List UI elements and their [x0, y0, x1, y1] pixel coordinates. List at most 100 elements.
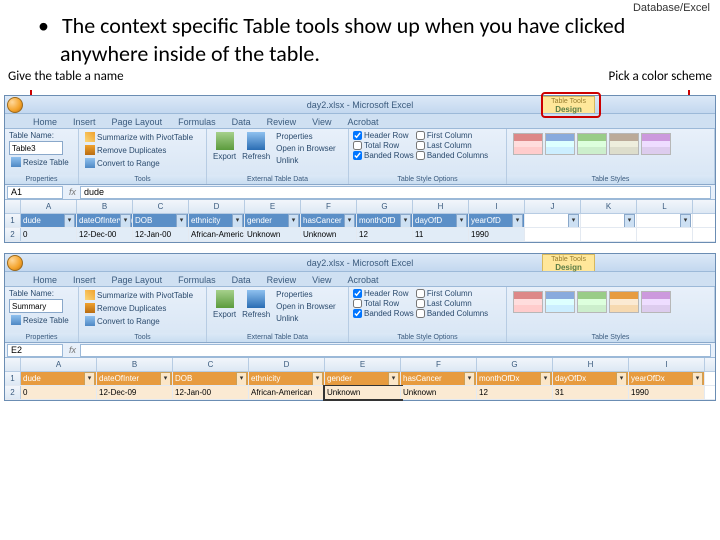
- opt-first-column[interactable]: First Column: [416, 289, 488, 298]
- table-header-cell[interactable]: ethnicity: [249, 372, 325, 385]
- empty-cell[interactable]: [525, 214, 581, 227]
- ext-unlink-button[interactable]: Unlink: [274, 155, 338, 166]
- tab-review[interactable]: Review: [261, 116, 303, 128]
- office-button[interactable]: [7, 97, 23, 113]
- data-cell[interactable]: 1990: [469, 228, 525, 241]
- data-cell[interactable]: Unknown: [301, 228, 357, 241]
- table-style-swatch[interactable]: [545, 133, 575, 155]
- col-header[interactable]: L: [637, 200, 693, 213]
- col-header[interactable]: A: [21, 358, 97, 371]
- data-cell[interactable]: 0: [21, 386, 97, 399]
- worksheet-grid[interactable]: A B C D E F G H I J K L 1 dude dateOfInt…: [5, 200, 715, 242]
- table-header-cell[interactable]: hasCancer: [401, 372, 477, 385]
- opt-total-row[interactable]: Total Row: [353, 299, 414, 308]
- data-cell-selected[interactable]: Unknown: [325, 386, 401, 399]
- resize-table-button[interactable]: Resize Table: [9, 156, 71, 168]
- ext-open-browser-button[interactable]: Open in Browser: [274, 143, 338, 154]
- table-style-swatch[interactable]: [545, 291, 575, 313]
- data-cell[interactable]: Unknown: [245, 228, 301, 241]
- empty-cell[interactable]: [581, 228, 637, 241]
- summarize-pivot-button[interactable]: Summarize with PivotTable: [83, 131, 195, 143]
- row-header[interactable]: 1: [5, 372, 21, 385]
- col-header[interactable]: C: [133, 200, 189, 213]
- table-header-cell[interactable]: dayOfDx: [553, 372, 629, 385]
- row-header[interactable]: 2: [5, 228, 21, 241]
- tab-view[interactable]: View: [306, 274, 337, 286]
- data-cell[interactable]: Unknown: [401, 386, 477, 399]
- col-header[interactable]: G: [477, 358, 553, 371]
- opt-total-row[interactable]: Total Row: [353, 141, 414, 150]
- office-button[interactable]: [7, 255, 23, 271]
- col-header[interactable]: E: [245, 200, 301, 213]
- table-style-swatch[interactable]: [609, 133, 639, 155]
- table-header-cell[interactable]: monthOfD: [357, 214, 413, 227]
- col-header[interactable]: F: [401, 358, 477, 371]
- data-cell[interactable]: 1990: [629, 386, 705, 399]
- tab-formulas[interactable]: Formulas: [172, 274, 222, 286]
- col-header[interactable]: G: [357, 200, 413, 213]
- table-header-cell[interactable]: dude: [21, 372, 97, 385]
- data-cell[interactable]: 12: [477, 386, 553, 399]
- tab-home[interactable]: Home: [27, 116, 63, 128]
- context-tab-table-tools[interactable]: Table Tools Design: [542, 96, 595, 113]
- data-cell[interactable]: 12-Jan-00: [133, 228, 189, 241]
- remove-duplicates-button[interactable]: Remove Duplicates: [83, 144, 168, 156]
- table-style-swatch[interactable]: [609, 291, 639, 313]
- refresh-button[interactable]: Refresh: [240, 131, 272, 162]
- opt-header-row[interactable]: Header Row: [353, 131, 414, 140]
- context-tab-table-tools[interactable]: Table Tools Design: [542, 254, 595, 271]
- fx-icon[interactable]: fx: [65, 345, 80, 355]
- opt-banded-columns[interactable]: Banded Columns: [416, 309, 488, 318]
- table-header-cell[interactable]: dateOfInterview: [77, 214, 133, 227]
- export-button[interactable]: Export: [211, 131, 238, 162]
- table-style-swatch[interactable]: [513, 291, 543, 313]
- tab-page-layout[interactable]: Page Layout: [106, 274, 169, 286]
- convert-range-button[interactable]: Convert to Range: [83, 157, 162, 169]
- table-style-swatch[interactable]: [641, 133, 671, 155]
- col-header[interactable]: I: [469, 200, 525, 213]
- data-cell[interactable]: 31: [553, 386, 629, 399]
- name-box[interactable]: A1: [7, 186, 63, 199]
- name-box[interactable]: E2: [7, 344, 63, 357]
- table-header-cell[interactable]: DOB: [133, 214, 189, 227]
- col-header[interactable]: B: [77, 200, 133, 213]
- summarize-pivot-button[interactable]: Summarize with PivotTable: [83, 289, 195, 301]
- worksheet-grid[interactable]: A B C D E F G H I 1 dude dateOfInter DOB…: [5, 358, 715, 400]
- opt-banded-columns[interactable]: Banded Columns: [416, 151, 488, 160]
- col-header[interactable]: D: [189, 200, 245, 213]
- row-header[interactable]: 1: [5, 214, 21, 227]
- data-cell[interactable]: 12-Dec-00: [77, 228, 133, 241]
- col-header[interactable]: C: [173, 358, 249, 371]
- col-header[interactable]: B: [97, 358, 173, 371]
- col-header[interactable]: I: [629, 358, 705, 371]
- empty-cell[interactable]: [525, 228, 581, 241]
- col-header[interactable]: E: [325, 358, 401, 371]
- table-header-cell[interactable]: monthOfDx: [477, 372, 553, 385]
- col-header[interactable]: F: [301, 200, 357, 213]
- tab-formulas[interactable]: Formulas: [172, 116, 222, 128]
- table-header-cell[interactable]: gender: [245, 214, 301, 227]
- data-cell[interactable]: 12-Jan-00: [173, 386, 249, 399]
- table-name-input[interactable]: [9, 299, 63, 313]
- col-header[interactable]: J: [525, 200, 581, 213]
- ext-open-browser-button[interactable]: Open in Browser: [274, 301, 338, 312]
- data-cell[interactable]: 0: [21, 228, 77, 241]
- tab-acrobat[interactable]: Acrobat: [341, 274, 384, 286]
- tab-view[interactable]: View: [306, 116, 337, 128]
- table-header-cell[interactable]: DOB: [173, 372, 249, 385]
- refresh-button[interactable]: Refresh: [240, 289, 272, 320]
- data-cell[interactable]: African-American: [249, 386, 325, 399]
- tab-data[interactable]: Data: [226, 274, 257, 286]
- table-style-swatch[interactable]: [577, 291, 607, 313]
- opt-banded-rows[interactable]: Banded Rows: [353, 151, 414, 160]
- table-header-cell[interactable]: yearOfDx: [629, 372, 705, 385]
- col-header[interactable]: D: [249, 358, 325, 371]
- resize-table-button[interactable]: Resize Table: [9, 314, 71, 326]
- table-header-cell[interactable]: yearOfD: [469, 214, 525, 227]
- table-header-cell[interactable]: ethnicity: [189, 214, 245, 227]
- select-all-corner[interactable]: [5, 200, 21, 213]
- tab-data[interactable]: Data: [226, 116, 257, 128]
- tab-acrobat[interactable]: Acrobat: [341, 116, 384, 128]
- tab-insert[interactable]: Insert: [67, 274, 102, 286]
- table-header-cell[interactable]: dayOfD: [413, 214, 469, 227]
